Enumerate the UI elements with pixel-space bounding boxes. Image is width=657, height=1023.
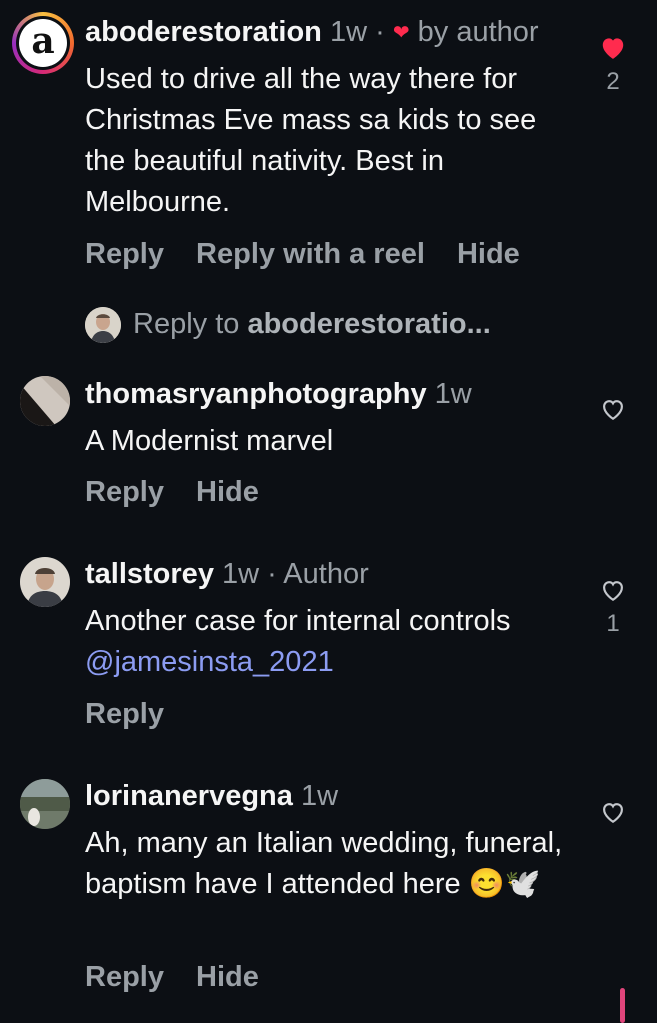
by-author-badge: by author bbox=[417, 16, 539, 48]
comment-text: Used to drive all the way there for Chri… bbox=[85, 63, 537, 218]
avatar[interactable] bbox=[20, 376, 70, 426]
username[interactable]: tallstorey bbox=[85, 558, 214, 590]
like-button[interactable] bbox=[591, 800, 635, 832]
like-button[interactable]: 2 bbox=[591, 35, 635, 96]
reply-button[interactable]: Reply bbox=[85, 476, 164, 508]
current-user-avatar bbox=[85, 307, 121, 344]
heart-filled-icon bbox=[602, 38, 624, 59]
comment-actions: Reply bbox=[85, 697, 188, 731]
timestamp: 1w bbox=[434, 378, 472, 410]
reply-button[interactable]: Reply bbox=[85, 961, 164, 993]
reply-target-username: aboderestoratio... bbox=[247, 308, 491, 340]
reply-button[interactable]: Reply bbox=[85, 238, 164, 270]
comment-actions: Reply Hide bbox=[85, 960, 283, 994]
comment-header: aboderestoration 1w · ❤ by author bbox=[85, 16, 539, 48]
reply-button[interactable]: Reply bbox=[85, 698, 164, 730]
heart-outline-icon bbox=[603, 400, 623, 421]
scroll-indicator[interactable] bbox=[620, 988, 625, 1023]
timestamp: 1w bbox=[300, 780, 339, 812]
heart-outline-icon bbox=[603, 803, 623, 824]
reply-with-reel-button[interactable]: Reply with a reel bbox=[196, 238, 425, 270]
username[interactable]: thomasryanphotography bbox=[85, 378, 427, 410]
like-button[interactable] bbox=[591, 397, 635, 429]
author-liked-heart-icon: ❤ bbox=[392, 22, 410, 44]
mention-link[interactable]: @jamesinsta_2021 bbox=[85, 646, 334, 678]
hide-button[interactable]: Hide bbox=[457, 238, 520, 270]
timestamp: 1w bbox=[329, 16, 368, 48]
avatar[interactable]: a bbox=[12, 12, 74, 74]
timestamp: 1w bbox=[222, 558, 260, 590]
avatar[interactable] bbox=[20, 779, 70, 829]
comment-actions: Reply Reply with a reel Hide bbox=[85, 237, 544, 271]
author-badge: Author bbox=[283, 558, 369, 590]
comment-header: lorinanervegna 1w bbox=[85, 779, 338, 813]
comment-text: Ah, many an Italian wedding, funeral, ba… bbox=[85, 827, 563, 900]
heart-outline-icon bbox=[603, 581, 623, 602]
reply-to-prompt[interactable]: Reply to aboderestoratio... bbox=[85, 304, 491, 344]
comment-text: A Modernist marvel bbox=[85, 425, 334, 457]
hide-button[interactable]: Hide bbox=[196, 961, 259, 993]
comment-actions: Reply Hide bbox=[85, 475, 283, 509]
username[interactable]: aboderestoration bbox=[85, 16, 322, 48]
like-button[interactable]: 1 bbox=[591, 578, 635, 638]
username[interactable]: lorinanervegna bbox=[85, 780, 293, 812]
avatar[interactable] bbox=[20, 557, 70, 607]
comment-header: tallstorey 1w · Author bbox=[85, 558, 369, 590]
comment-header: thomasryanphotography 1w bbox=[85, 377, 472, 411]
hide-button[interactable]: Hide bbox=[196, 476, 259, 508]
like-count: 2 bbox=[606, 68, 620, 95]
like-count: 1 bbox=[606, 610, 620, 637]
comment-text: Another case for internal controls @jame… bbox=[85, 605, 511, 678]
